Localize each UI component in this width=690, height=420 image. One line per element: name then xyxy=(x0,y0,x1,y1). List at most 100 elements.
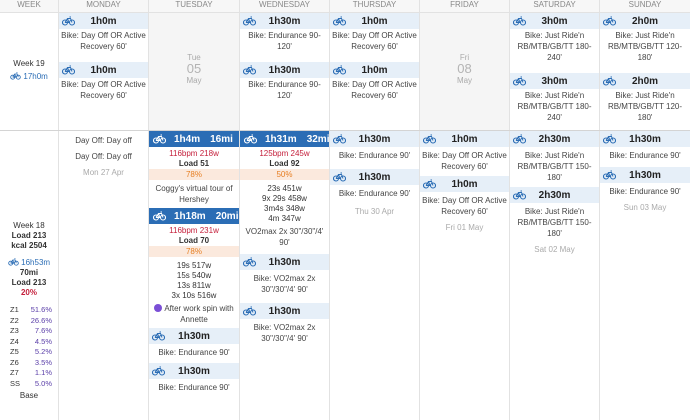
workout-card-header[interactable]: 1h30m xyxy=(240,13,329,29)
workout-description[interactable]: Bike: Day Off OR Active Recovery 60' xyxy=(330,29,419,62)
zone-row: Z1 51.6% xyxy=(10,305,52,314)
workout-duration: 1h30m xyxy=(358,171,391,183)
workout-description[interactable]: Bike: Just Ride'n RB/MTB/GB/TT 120-180' xyxy=(600,29,690,73)
week19-label: Week 19 xyxy=(13,59,45,68)
workout-duration: 1h30m xyxy=(358,133,391,145)
workout-card-header[interactable]: 1h0m xyxy=(59,13,148,29)
day-tue-w19[interactable]: Tue 05 May xyxy=(149,13,240,130)
day-tue-w18[interactable]: 1h4m 16mi 116bpm 218w Load 51 78% Coggy's… xyxy=(149,131,240,420)
workout-card-header[interactable]: 1h30m xyxy=(240,254,329,270)
day-off-note[interactable]: Day Off: Day off xyxy=(59,134,148,148)
workout-card-header[interactable]: 3h0m xyxy=(510,73,599,89)
week18-summary[interactable]: Week 18 Load 213 kcal 2504 16h53m 70mi L… xyxy=(0,131,59,420)
day-thu-w18[interactable]: 1h30m Bike: Endurance 90' 1h30m Bike: En… xyxy=(330,131,420,420)
day-off-note[interactable]: Day Off: Day off xyxy=(59,150,148,164)
zone-value: 1.1% xyxy=(34,368,52,377)
workout-description[interactable]: Bike: Day Off OR Active Recovery 60' xyxy=(59,29,148,62)
week19-summary[interactable]: Week 19 17h0m xyxy=(0,13,59,130)
workout-duration: 1h30m xyxy=(268,305,301,317)
activity-note[interactable]: After work spin with Annette xyxy=(149,301,239,328)
zone-row: Z7 1.1% xyxy=(10,368,52,377)
day-mon-w18[interactable]: Day Off: Day off Day Off: Day off Mon 27… xyxy=(59,131,149,420)
zone-row: Z5 5.2% xyxy=(10,347,52,356)
activity-title[interactable]: VO2max 2x 30"/30"/4' 90' xyxy=(240,224,329,254)
workout-description[interactable]: Bike: Just Ride'n RB/MTB/GB/TT 180-240' xyxy=(510,89,599,126)
day-number: 08 xyxy=(457,61,472,76)
activity-header[interactable]: 1h4m 16mi xyxy=(149,131,239,147)
day-wed-w18[interactable]: 1h31m 32mi 125bpm 245w Load 92 50% 23s 45… xyxy=(240,131,330,420)
workout-description[interactable]: Bike: Endurance 90' xyxy=(330,185,419,207)
activity-duration: 1h18m xyxy=(174,210,206,222)
week18-load: Load 213 xyxy=(11,231,47,240)
workout-description[interactable]: Bike: Endurance 90' xyxy=(600,147,690,167)
workout-card-header[interactable]: 1h0m xyxy=(420,176,509,192)
day-fri-w18[interactable]: 1h0m Bike: Day Off OR Active Recovery 60… xyxy=(420,131,510,420)
week18-distance: 70mi xyxy=(19,268,39,277)
day-sun-w19[interactable]: 2h0m Bike: Just Ride'n RB/MTB/GB/TT 120-… xyxy=(600,13,690,130)
day-sat-w19[interactable]: 3h0m Bike: Just Ride'n RB/MTB/GB/TT 180-… xyxy=(510,13,600,130)
activity-pct: 78% xyxy=(149,246,239,257)
workout-card-header[interactable]: 1h30m xyxy=(149,328,239,344)
day-date: Thu 30 Apr xyxy=(354,207,395,216)
zone-row: Z3 7.6% xyxy=(10,326,52,335)
day-thu-w19[interactable]: 1h0m Bike: Day Off OR Active Recovery 60… xyxy=(330,13,420,130)
bike-icon xyxy=(153,211,166,221)
zone-row: SS 5.0% xyxy=(10,379,52,388)
week18-load-bike: Load 213 xyxy=(11,278,47,287)
activity-title[interactable]: Coggy's virtual tour of Hershey xyxy=(149,180,239,208)
workout-description[interactable]: Bike: Endurance 90-120' xyxy=(240,29,329,62)
workout-card-header[interactable]: 2h30m xyxy=(510,187,599,203)
workout-card-header[interactable]: 2h0m xyxy=(600,13,690,29)
workout-card-header[interactable]: 1h30m xyxy=(240,62,329,78)
workout-card-header[interactable]: 1h30m xyxy=(330,131,419,147)
day-wed-w19[interactable]: 1h30m Bike: Endurance 90-120' 1h30m Bike… xyxy=(240,13,330,130)
workout-description[interactable]: Bike: Day Off OR Active Recovery 60' xyxy=(59,78,148,104)
workout-description[interactable]: Bike: Just Ride'n RB/MTB/GB/TT 180-240' xyxy=(510,29,599,73)
zone-label: Z5 xyxy=(10,347,19,356)
workout-description[interactable]: Bike: Just Ride'n RB/MTB/GB/TT 120-180' xyxy=(600,89,690,126)
workout-description[interactable]: Bike: Day Off OR Active Recovery 60' xyxy=(420,147,509,176)
workout-description[interactable]: Bike: Day Off OR Active Recovery 60' xyxy=(330,78,419,104)
workout-description[interactable]: Bike: Just Ride'n RB/MTB/GB/TT 150-180' xyxy=(510,203,599,245)
day-fri-w19[interactable]: Fri 08 May xyxy=(420,13,510,130)
workout-description[interactable]: Bike: Day Off OR Active Recovery 60' xyxy=(420,192,509,223)
header-thursday: THURSDAY xyxy=(330,0,420,12)
workout-description[interactable]: Bike: Endurance 90' xyxy=(149,379,239,396)
day-mon-w19[interactable]: 1h0m Bike: Day Off OR Active Recovery 60… xyxy=(59,13,149,130)
workout-description[interactable]: Bike: Endurance 90' xyxy=(600,183,690,203)
activity-distance: 32mi xyxy=(306,133,330,145)
activity-header[interactable]: 1h31m 32mi xyxy=(240,131,329,147)
day-date: Mon 27 Apr xyxy=(83,168,124,177)
workout-duration: 2h30m xyxy=(538,133,571,145)
workout-description[interactable]: Bike: Endurance 90' xyxy=(149,344,239,363)
workout-description[interactable]: Bike: Endurance 90' xyxy=(330,147,419,169)
workout-card-header[interactable]: 1h30m xyxy=(149,363,239,379)
workout-description[interactable]: Bike: VO2max 2x 30"/30"/4' 90' xyxy=(240,270,329,303)
workout-card-header[interactable]: 1h30m xyxy=(330,169,419,185)
workout-card-header[interactable]: 1h0m xyxy=(330,13,419,29)
header-wednesday: WEDNESDAY xyxy=(240,0,330,12)
bike-icon xyxy=(244,134,257,144)
day-sun-w18[interactable]: 1h30m Bike: Endurance 90' 1h30m Bike: En… xyxy=(600,131,690,420)
activity-header[interactable]: 1h18m 20mi xyxy=(149,208,239,224)
activity-duration: 1h31m xyxy=(265,133,297,145)
workout-duration: 1h30m xyxy=(178,330,210,342)
workout-card-header[interactable]: 1h30m xyxy=(600,167,690,183)
workout-card-header[interactable]: 2h0m xyxy=(600,73,690,89)
day-sat-w18[interactable]: 2h30m Bike: Just Ride'n RB/MTB/GB/TT 150… xyxy=(510,131,600,420)
workout-card-header[interactable]: 3h0m xyxy=(510,13,599,29)
workout-card-header[interactable]: 1h0m xyxy=(420,131,509,147)
workout-card-header[interactable]: 1h0m xyxy=(59,62,148,78)
interval-row: 15s 540w xyxy=(176,271,212,280)
workout-description[interactable]: Bike: Endurance 90-120' xyxy=(240,78,329,104)
interval-row: 3x 10s 516w xyxy=(171,291,217,300)
workout-card-header[interactable]: 1h30m xyxy=(600,131,690,147)
zone-value: 3.5% xyxy=(34,357,52,367)
zone-row: Z2 26.6% xyxy=(10,316,52,325)
workout-card-header[interactable]: 2h30m xyxy=(510,131,599,147)
workout-description[interactable]: Bike: VO2max 2x 30"/30"/4' 90' xyxy=(240,319,329,347)
workout-description[interactable]: Bike: Just Ride'n RB/MTB/GB/TT 150-180' xyxy=(510,147,599,187)
workout-duration: 1h0m xyxy=(361,15,388,27)
workout-card-header[interactable]: 1h30m xyxy=(240,303,329,319)
workout-card-header[interactable]: 1h0m xyxy=(330,62,419,78)
